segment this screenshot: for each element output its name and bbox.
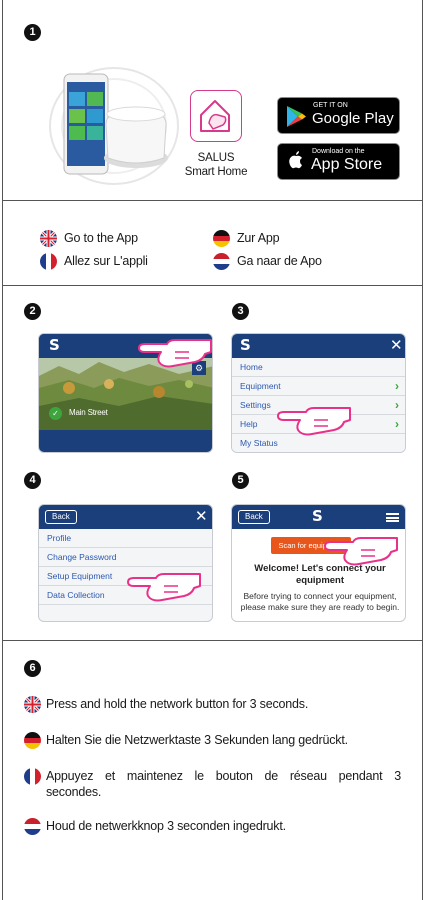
chevron-right-icon: › (395, 379, 399, 393)
go-to-app-fr: Allez sur L'appli (64, 254, 148, 268)
uk-flag-icon (24, 696, 41, 713)
phone-gateway-illustration (44, 62, 184, 190)
check-icon: ✓ (49, 407, 62, 420)
close-icon[interactable]: ✕ (390, 336, 403, 354)
google-play-big-text: Google Play (312, 110, 394, 127)
instruction-de: Halten Sie die Netzwerktaste 3 Sekunden … (46, 733, 348, 747)
chevron-right-icon: › (395, 417, 399, 431)
salus-logo-icon: S (240, 336, 251, 354)
pointing-hand-icon (277, 407, 351, 436)
step-2-badge: 2 (24, 303, 41, 320)
google-play-badge[interactable]: GET IT ON Google Play (277, 97, 400, 134)
back-button[interactable]: Back (45, 510, 77, 524)
go-to-app-nl: Ga naar de Apo (237, 254, 322, 268)
menu-item-label: Help (240, 419, 258, 429)
go-to-app-en: Go to the App (64, 231, 138, 245)
back-button[interactable]: Back (238, 510, 270, 524)
divider-1 (2, 200, 423, 201)
menu-item-change-password[interactable]: Change Password (39, 548, 212, 567)
step-6-badge: 6 (24, 660, 41, 677)
pointing-hand-icon (138, 339, 212, 368)
go-to-app-de: Zur App (237, 231, 280, 245)
salus-logo-icon: S (312, 507, 323, 525)
divider-2 (2, 285, 423, 286)
step-1-badge: 1 (24, 24, 41, 41)
salus-logo-icon: S (49, 336, 60, 354)
pointing-hand-icon (324, 537, 398, 566)
instruction-fr-line1: Appuyez et maintenez le bouton de réseau… (46, 769, 401, 783)
menu-item-equipment[interactable]: Equipment › (232, 377, 405, 396)
french-flag-icon (40, 253, 57, 270)
divider-3 (2, 640, 423, 641)
dutch-flag-icon (24, 818, 41, 835)
dutch-flag-icon (213, 253, 230, 270)
screen-4-settings-menu: Back ✕ Profile Change Password Setup Equ… (38, 504, 213, 622)
app-header (232, 334, 405, 358)
location-name: Main Street (69, 408, 108, 417)
app-store-badge[interactable]: Download on the App Store (277, 143, 400, 180)
step-5-badge: 5 (232, 472, 249, 489)
salus-app-icon[interactable] (190, 90, 242, 142)
german-flag-icon (24, 732, 41, 749)
play-store-icon (287, 106, 306, 127)
app-store-small-text: Download on the (312, 148, 365, 155)
welcome-body: Before trying to connect your equipment,… (240, 591, 400, 612)
uk-flag-icon (40, 230, 57, 247)
french-flag-icon (24, 768, 41, 785)
instruction-fr-line2: secondes. (46, 785, 102, 799)
menu-item-label: Equipment (240, 381, 281, 391)
instruction-en: Press and hold the network button for 3 … (46, 697, 309, 711)
menu-item-profile[interactable]: Profile (39, 529, 212, 548)
step-4-badge: 4 (24, 472, 41, 489)
close-icon[interactable]: ✕ (195, 507, 208, 525)
menu-icon[interactable] (386, 513, 399, 522)
menu-item-home[interactable]: Home (232, 358, 405, 377)
app-name-line2: Smart Home (184, 166, 248, 178)
google-play-small-text: GET IT ON (313, 102, 348, 109)
apple-icon (288, 150, 304, 170)
german-flag-icon (213, 230, 230, 247)
instruction-nl: Houd de netwerkknop 3 seconden ingedrukt… (46, 819, 286, 833)
menu-item-label: Settings (240, 400, 271, 410)
pointing-hand-icon (127, 573, 201, 602)
step-3-badge: 3 (232, 303, 249, 320)
app-store-big-text: App Store (311, 156, 383, 173)
app-name-line1: SALUS (197, 152, 235, 164)
chevron-right-icon: › (395, 398, 399, 412)
